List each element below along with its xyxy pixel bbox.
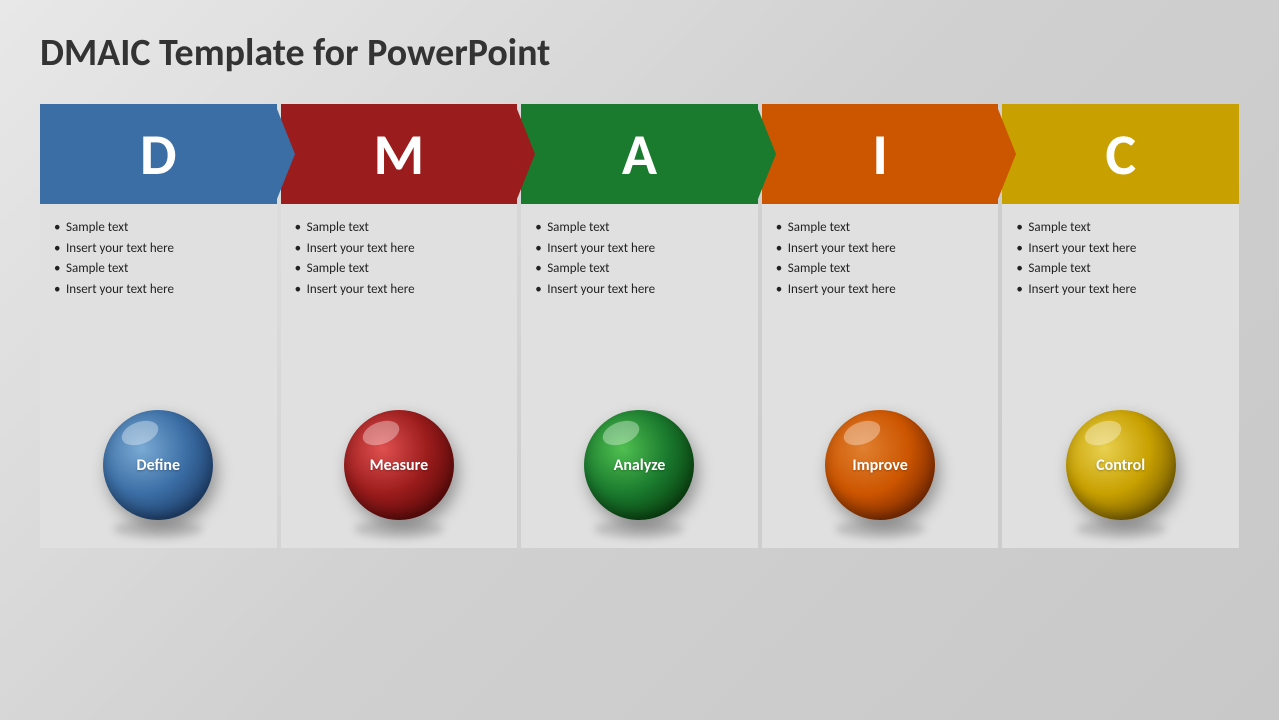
ball-shadow-a (594, 520, 684, 538)
content-area-d: Sample textInsert your text hereSample t… (40, 204, 277, 394)
arrow-body-c: C (1002, 104, 1239, 204)
ball-container-a: Analyze (521, 394, 758, 548)
arrow-letter-d: D (140, 119, 177, 190)
list-item: Sample text (54, 218, 263, 238)
list-item: Insert your text here (1016, 239, 1225, 259)
list-item: Insert your text here (776, 239, 985, 259)
list-item: Insert your text here (535, 239, 744, 259)
ball-wrapper-m: Measure (344, 410, 454, 538)
ball-c: Control (1066, 410, 1176, 520)
arrow-header-d: D (40, 104, 277, 204)
ball-a: Analyze (584, 410, 694, 520)
arrow-header-a: A (521, 104, 758, 204)
arrow-letter-c: C (1105, 119, 1136, 190)
ball-m: Measure (344, 410, 454, 520)
arrow-header-c: C (1002, 104, 1239, 204)
arrow-body-d: D (40, 104, 277, 204)
ball-wrapper-i: Improve (825, 410, 935, 538)
dmaic-container: DSample textInsert your text hereSample … (40, 104, 1239, 700)
ball-shadow-i (835, 520, 925, 538)
content-area-i: Sample textInsert your text hereSample t… (762, 204, 999, 394)
list-item: Sample text (535, 218, 744, 238)
column-d: DSample textInsert your text hereSample … (40, 104, 277, 548)
arrow-header-i: I (762, 104, 999, 204)
column-a: ASample textInsert your text hereSample … (521, 104, 758, 548)
arrow-body-m: M (281, 104, 518, 204)
arrow-letter-i: I (872, 119, 887, 190)
column-i: ISample textInsert your text hereSample … (762, 104, 999, 548)
ball-wrapper-a: Analyze (584, 410, 694, 538)
ball-wrapper-d: Define (103, 410, 213, 538)
list-item: Insert your text here (776, 280, 985, 300)
ball-container-m: Measure (281, 394, 518, 548)
content-area-c: Sample textInsert your text hereSample t… (1002, 204, 1239, 394)
arrow-header-m: M (281, 104, 518, 204)
arrow-body-a: A (521, 104, 758, 204)
list-item: Sample text (776, 218, 985, 238)
column-c: CSample textInsert your text hereSample … (1002, 104, 1239, 548)
list-item: Sample text (1016, 259, 1225, 279)
page-title: DMAIC Template for PowerPoint (40, 30, 1239, 76)
list-item: Insert your text here (295, 239, 504, 259)
ball-wrapper-c: Control (1066, 410, 1176, 538)
list-item: Sample text (1016, 218, 1225, 238)
list-item: Sample text (54, 259, 263, 279)
list-item: Insert your text here (1016, 280, 1225, 300)
ball-shadow-d (113, 520, 203, 538)
arrow-body-i: I (762, 104, 999, 204)
column-m: MSample textInsert your text hereSample … (281, 104, 518, 548)
arrow-letter-a: A (622, 119, 657, 190)
list-item: Sample text (776, 259, 985, 279)
ball-container-i: Improve (762, 394, 999, 548)
ball-shadow-c (1076, 520, 1166, 538)
ball-i: Improve (825, 410, 935, 520)
arrow-letter-m: M (374, 119, 425, 190)
ball-d: Define (103, 410, 213, 520)
ball-shadow-m (354, 520, 444, 538)
list-item: Sample text (295, 259, 504, 279)
list-item: Sample text (535, 259, 744, 279)
list-item: Insert your text here (54, 239, 263, 259)
ball-container-d: Define (40, 394, 277, 548)
content-area-a: Sample textInsert your text hereSample t… (521, 204, 758, 394)
list-item: Insert your text here (295, 280, 504, 300)
list-item: Insert your text here (54, 280, 263, 300)
content-area-m: Sample textInsert your text hereSample t… (281, 204, 518, 394)
ball-container-c: Control (1002, 394, 1239, 548)
list-item: Insert your text here (535, 280, 744, 300)
list-item: Sample text (295, 218, 504, 238)
